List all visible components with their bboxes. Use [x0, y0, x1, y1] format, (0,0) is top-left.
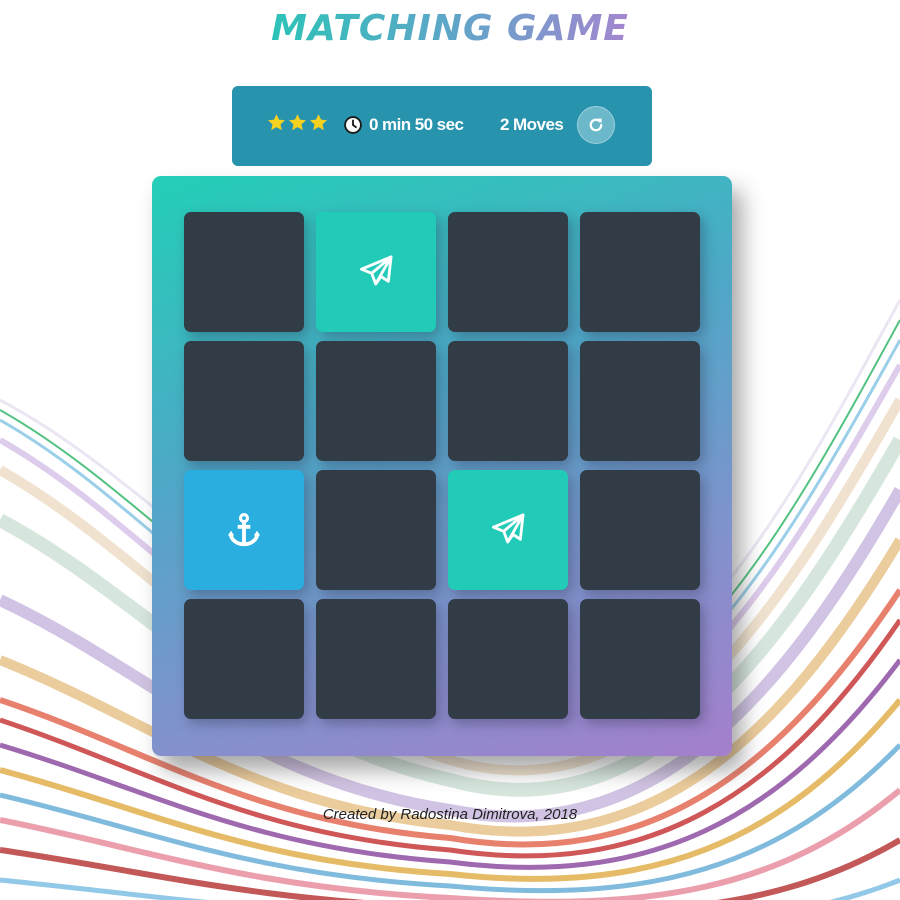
card[interactable]	[316, 599, 436, 719]
card[interactable]	[448, 470, 568, 590]
timer: 0 min 50 sec	[369, 115, 468, 135]
card[interactable]	[448, 212, 568, 332]
anchor-icon	[227, 513, 261, 547]
card[interactable]	[316, 470, 436, 590]
moves-count: 2	[500, 115, 509, 134]
card[interactable]	[448, 341, 568, 461]
timer-minutes: 0	[369, 115, 378, 134]
timer-sec-label: sec	[436, 115, 464, 134]
timer-min-label: min	[381, 115, 411, 134]
card[interactable]	[580, 470, 700, 590]
card[interactable]	[316, 212, 436, 332]
card[interactable]	[184, 212, 304, 332]
footer-credit: Created by Radostina Dimitrova, 2018	[322, 806, 578, 823]
timer-seconds: 50	[414, 115, 433, 134]
score-panel: 0 min 50 sec 2 Moves	[232, 86, 652, 166]
refresh-icon	[589, 118, 603, 132]
card[interactable]	[448, 599, 568, 719]
star-icon	[289, 114, 306, 131]
card[interactable]	[580, 599, 700, 719]
restart-button[interactable]	[577, 106, 615, 144]
card[interactable]	[580, 341, 700, 461]
paper-plane-icon	[360, 255, 393, 286]
card-deck	[152, 176, 732, 756]
clock-icon	[344, 116, 362, 134]
card[interactable]	[316, 341, 436, 461]
card[interactable]	[580, 212, 700, 332]
star-rating	[267, 113, 328, 132]
star-icon	[268, 114, 285, 131]
card[interactable]	[184, 599, 304, 719]
card[interactable]	[184, 470, 304, 590]
moves-counter: 2 Moves	[500, 115, 567, 135]
card[interactable]	[184, 341, 304, 461]
page-title: MATCHING GAME	[271, 8, 629, 49]
star-icon	[310, 114, 327, 131]
paper-plane-icon	[492, 513, 525, 544]
moves-label: Moves	[512, 115, 564, 134]
